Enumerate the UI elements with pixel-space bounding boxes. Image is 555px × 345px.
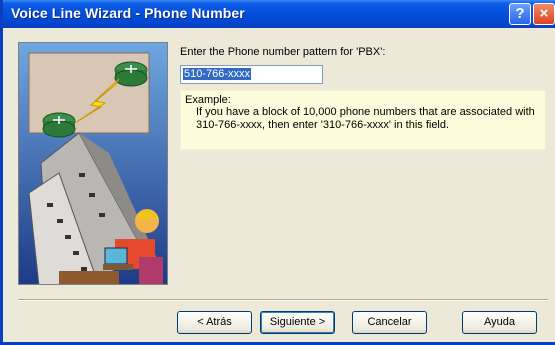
cancel-button[interactable]: Cancelar [352, 311, 427, 334]
dialog-body: Enter the Phone number pattern for 'PBX'… [6, 28, 555, 342]
help-icon[interactable]: ? [509, 3, 531, 25]
example-title: Example: [185, 94, 231, 106]
help-button[interactable]: Ayuda [462, 311, 537, 334]
back-button[interactable]: < Atrás [177, 311, 252, 334]
phone-pattern-value: 510-766-xxxx [183, 68, 252, 80]
title-bar[interactable]: Voice Line Wizard - Phone Number ? × [3, 0, 555, 28]
close-icon[interactable]: × [533, 3, 555, 25]
illustration-graphic [19, 43, 167, 284]
wizard-window: Voice Line Wizard - Phone Number ? × Ent… [0, 0, 555, 345]
example-panel: Example: If you have a block of 10,000 p… [180, 90, 546, 150]
phone-pattern-input[interactable]: 510-766-xxxx [180, 65, 323, 84]
phone-pattern-label: Enter the Phone number pattern for 'PBX'… [180, 46, 386, 58]
next-button[interactable]: Siguiente > [260, 311, 335, 334]
footer-divider [18, 299, 548, 301]
window-title: Voice Line Wizard - Phone Number [11, 5, 245, 21]
example-text: If you have a block of 10,000 phone numb… [196, 106, 535, 131]
network-wizard-illustration [18, 42, 168, 285]
